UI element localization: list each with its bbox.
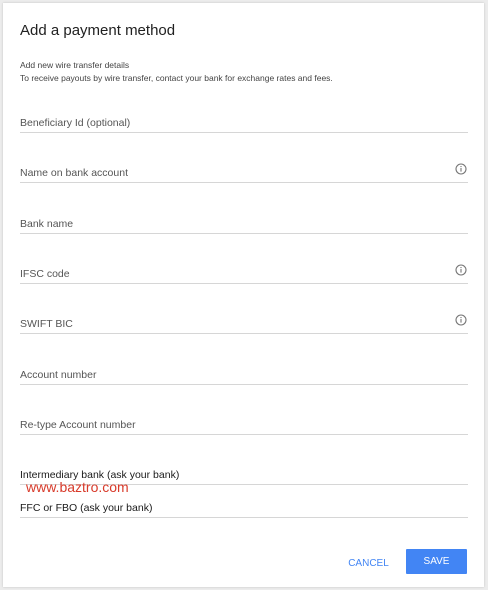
swift-bic-input[interactable] bbox=[20, 318, 442, 330]
ifsc-code-field bbox=[20, 256, 468, 284]
name-on-account-input[interactable] bbox=[20, 167, 442, 179]
ffc-or-fbo-input[interactable] bbox=[20, 502, 442, 514]
name-on-account-field bbox=[20, 155, 468, 183]
dialog-subtitle: Add new wire transfer details bbox=[20, 60, 130, 70]
retype-account-number-field bbox=[20, 407, 468, 435]
bank-name-field bbox=[20, 206, 468, 234]
info-icon[interactable] bbox=[455, 163, 467, 175]
dialog-description: To receive payouts by wire transfer, con… bbox=[20, 73, 333, 83]
add-payment-method-dialog: Add a payment method Add new wire transf… bbox=[3, 3, 484, 587]
save-button[interactable]: SAVE bbox=[406, 549, 467, 574]
account-number-field bbox=[20, 357, 468, 385]
dialog-title: Add a payment method bbox=[20, 22, 176, 39]
beneficiary-id-input[interactable] bbox=[20, 117, 442, 129]
retype-account-number-input[interactable] bbox=[20, 419, 442, 431]
beneficiary-id-field bbox=[20, 105, 468, 133]
bank-name-input[interactable] bbox=[20, 218, 442, 230]
ifsc-code-input[interactable] bbox=[20, 268, 442, 280]
ffc-or-fbo-field bbox=[20, 490, 468, 518]
info-icon[interactable] bbox=[455, 314, 467, 326]
info-icon[interactable] bbox=[455, 264, 467, 276]
account-number-input[interactable] bbox=[20, 369, 442, 381]
swift-bic-field bbox=[20, 306, 468, 334]
cancel-button[interactable]: CANCEL bbox=[341, 552, 396, 576]
